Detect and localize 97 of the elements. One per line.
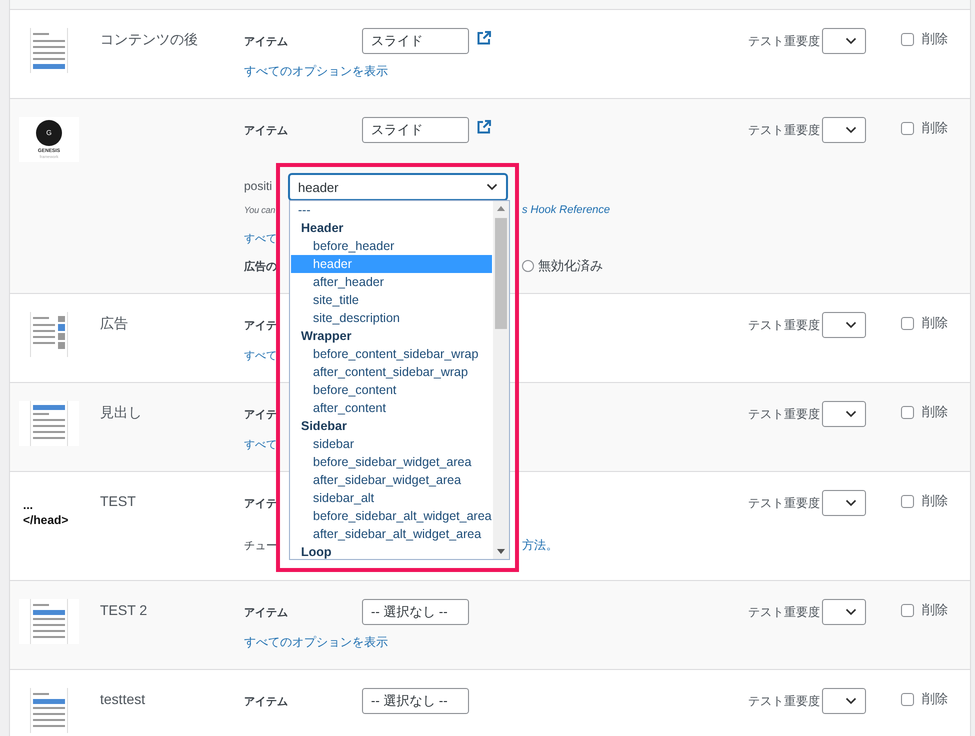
- dropdown-option[interactable]: before_sidebar_alt_widget_area: [291, 507, 492, 525]
- importance-label: テスト重要度: [748, 604, 821, 621]
- dropdown-option[interactable]: before_sidebar_widget_area: [291, 453, 492, 471]
- layout-thumbnail-icon: [19, 599, 79, 644]
- delete-label: 削除: [922, 601, 948, 619]
- delete-label: 削除: [922, 492, 948, 510]
- importance-label: テスト重要度: [748, 33, 821, 50]
- code-text: ...: [23, 498, 34, 512]
- dropdown-option[interactable]: sidebar: [291, 435, 492, 453]
- reference-link[interactable]: s Hook Reference: [522, 204, 610, 216]
- importance-select[interactable]: [822, 117, 866, 143]
- importance-label: テスト重要度: [748, 122, 821, 139]
- help-text: You can: [244, 205, 276, 215]
- chevron-down-icon: [845, 608, 857, 616]
- select-value: header: [298, 180, 338, 194]
- delete-label: 削除: [922, 119, 948, 137]
- ad-title: コンテンツの後: [100, 30, 199, 49]
- dropdown-option[interactable]: after_header: [291, 273, 492, 291]
- delete-checkbox[interactable]: [901, 406, 914, 418]
- field-label: positi: [244, 179, 272, 193]
- delete-label: 削除: [922, 690, 948, 708]
- option-group-label: Sidebar: [300, 418, 348, 435]
- item-label: アイテ: [244, 318, 277, 332]
- option-group-label: Wrapper: [300, 328, 352, 345]
- item-select[interactable]: スライド: [362, 117, 469, 143]
- importance-select[interactable]: [822, 599, 866, 625]
- delete-checkbox[interactable]: [901, 32, 914, 46]
- delete-checkbox[interactable]: [901, 494, 914, 508]
- scroll-down-icon[interactable]: [497, 549, 505, 554]
- radio-label: 無効化済み: [538, 257, 603, 275]
- scroll-up-icon[interactable]: [497, 206, 505, 211]
- show-options-link[interactable]: すべて: [244, 230, 277, 246]
- setting-label: 広告の: [244, 260, 277, 274]
- chevron-down-icon: [486, 183, 498, 191]
- importance-label: テスト重要度: [748, 317, 821, 334]
- delete-label: 削除: [922, 314, 948, 332]
- dropdown-option[interactable]: before_content_sidebar_wrap: [291, 345, 492, 363]
- radio-button[interactable]: [522, 260, 534, 272]
- show-options-link[interactable]: すべて: [244, 348, 277, 362]
- option-group-label: Header: [300, 220, 344, 237]
- importance-select[interactable]: [822, 312, 866, 338]
- delete-checkbox[interactable]: [901, 122, 914, 134]
- show-options-link[interactable]: すべてのオプションを表示: [244, 62, 388, 80]
- item-select[interactable]: -- 選択なし --: [362, 599, 469, 625]
- dropdown-option[interactable]: site_title: [291, 291, 492, 309]
- dropdown-option[interactable]: after_sidebar_alt_widget_area: [291, 525, 492, 543]
- item-label: アイテム: [244, 124, 288, 138]
- item-select[interactable]: -- 選択なし --: [362, 688, 469, 714]
- ad-title: 広告: [100, 314, 129, 333]
- importance-select[interactable]: [822, 688, 866, 714]
- importance-select[interactable]: [822, 401, 866, 427]
- scrollbar[interactable]: [493, 201, 509, 559]
- chevron-down-icon: [845, 126, 857, 134]
- show-options-link[interactable]: すべて: [244, 436, 277, 452]
- item-label: アイテ: [244, 496, 277, 510]
- ad-title: TEST 2: [100, 601, 148, 620]
- external-link-icon[interactable]: [477, 31, 491, 45]
- dropdown-option[interactable]: before_header: [291, 237, 492, 255]
- show-options-link[interactable]: すべてのオプションを表示: [244, 634, 388, 650]
- chevron-down-icon: [845, 499, 857, 507]
- chevron-down-icon: [845, 697, 857, 705]
- importance-select[interactable]: [822, 490, 866, 516]
- item-label: アイテ: [244, 408, 277, 422]
- dropdown-option[interactable]: after_sidebar_widget_area: [291, 471, 492, 489]
- option-group-label: Loop: [300, 544, 333, 559]
- scrollbar-thumb[interactable]: [495, 218, 507, 329]
- dropdown-option[interactable]: after_content_sidebar_wrap: [291, 363, 492, 381]
- dropdown-option[interactable]: ---: [291, 201, 492, 219]
- external-link-icon[interactable]: [477, 120, 491, 134]
- delete-checkbox[interactable]: [901, 604, 914, 616]
- help-text: チュー: [244, 538, 277, 552]
- item-select[interactable]: スライド: [362, 28, 469, 54]
- item-label: アイテム: [244, 694, 288, 708]
- item-label: アイテム: [244, 34, 288, 48]
- delete-label: 削除: [922, 30, 948, 48]
- chevron-down-icon: [845, 410, 857, 418]
- chevron-down-icon: [845, 321, 857, 329]
- position-select[interactable]: header: [289, 174, 507, 200]
- ad-title: 見出し: [100, 403, 143, 422]
- dropdown-option[interactable]: sidebar_alt: [291, 489, 492, 507]
- ad-title: TEST: [100, 492, 137, 511]
- importance-label: テスト重要度: [748, 693, 821, 710]
- code-text: </head>: [23, 512, 70, 528]
- importance-label: テスト重要度: [748, 495, 821, 512]
- importance-label: テスト重要度: [748, 406, 821, 423]
- dropdown-option[interactable]: after_content: [291, 399, 492, 417]
- tutorial-link[interactable]: 方法。: [522, 536, 558, 554]
- dropdown-option[interactable]: before_content: [291, 381, 492, 399]
- delete-checkbox[interactable]: [901, 316, 914, 330]
- ad-title: testtest: [100, 690, 146, 709]
- delete-label: 削除: [922, 403, 948, 421]
- importance-select[interactable]: [822, 28, 866, 54]
- delete-checkbox[interactable]: [901, 692, 914, 706]
- layout-thumbnail-icon: [19, 401, 79, 446]
- dropdown-option[interactable]: site_description: [291, 309, 492, 327]
- chevron-down-icon: [845, 37, 857, 45]
- item-label: アイテム: [244, 606, 288, 620]
